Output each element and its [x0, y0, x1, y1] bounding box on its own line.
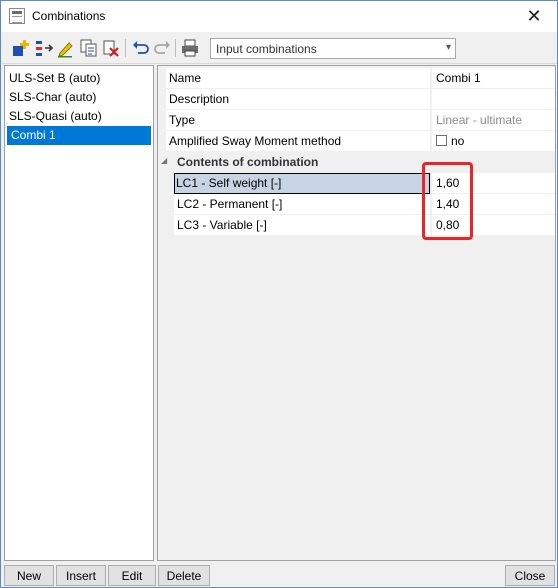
title-bar: Combinations ✕ — [1, 1, 557, 32]
checkbox-label: no — [451, 134, 465, 148]
edit-button[interactable]: Edit — [108, 565, 156, 586]
sway-value: no — [431, 131, 555, 152]
redo-icon[interactable] — [152, 38, 172, 58]
undo-icon[interactable] — [131, 38, 151, 58]
new-combination-icon[interactable] — [11, 38, 31, 58]
window-title: Combinations — [32, 9, 106, 23]
property-label: Description — [166, 89, 430, 110]
load-case-label: LC3 - Variable [-] — [174, 215, 430, 236]
toolbar: Input combinations ▾ — [1, 32, 557, 64]
input-combinations-dropdown[interactable]: Input combinations ▾ — [210, 38, 456, 59]
property-label: Name — [166, 68, 430, 89]
property-label: Type — [166, 110, 430, 131]
property-grid: Name Combi 1 Description Type Linear - u… — [157, 65, 556, 561]
delete-icon[interactable] — [101, 38, 121, 58]
property-label: Amplified Sway Moment method — [166, 131, 430, 152]
close-button[interactable]: Close — [505, 565, 555, 586]
copy-icon[interactable] — [79, 38, 99, 58]
property-row-type: Type Linear - ultimate — [158, 110, 555, 131]
property-row-description: Description — [158, 89, 555, 110]
combinations-window: Combinations ✕ Input combinations ▾ ULS-… — [0, 0, 558, 588]
type-value: Linear - ultimate — [431, 110, 555, 131]
name-value-field[interactable]: Combi 1 — [431, 68, 555, 89]
insert-combination-icon[interactable] — [34, 38, 54, 58]
print-icon[interactable] — [180, 38, 200, 58]
new-button[interactable]: New — [4, 565, 54, 586]
chevron-down-icon: ▾ — [445, 42, 451, 53]
list-item[interactable]: ULS-Set B (auto) — [5, 69, 153, 88]
combination-list: ULS-Set B (auto) SLS-Char (auto) SLS-Qua… — [4, 65, 154, 561]
list-item[interactable]: SLS-Quasi (auto) — [5, 107, 153, 126]
section-contents-of-combination[interactable]: ◢ Contents of combination — [158, 152, 555, 173]
insert-button[interactable]: Insert — [56, 565, 106, 586]
load-case-coefficient-input[interactable]: 1,40 — [431, 194, 555, 215]
list-item[interactable]: SLS-Char (auto) — [5, 88, 153, 107]
dropdown-value: Input combinations — [216, 42, 317, 56]
toolbar-separator — [125, 39, 126, 57]
load-case-coefficient-input[interactable]: 0,80 — [431, 215, 555, 236]
load-case-label: LC2 - Permanent [-] — [174, 194, 430, 215]
section-title: Contents of combination — [177, 155, 319, 169]
property-row-sway: Amplified Sway Moment method no — [158, 131, 555, 152]
content-row: LC3 - Variable [-] 0,80 — [158, 215, 555, 236]
property-row-name: Name Combi 1 — [158, 68, 555, 89]
content-row: LC2 - Permanent [-] 1,40 — [158, 194, 555, 215]
list-item-selected[interactable]: Combi 1 — [7, 126, 151, 145]
window-icon — [9, 8, 25, 24]
collapse-triangle-icon[interactable]: ◢ — [161, 156, 167, 165]
load-case-label: LC1 - Self weight [-] — [174, 173, 430, 194]
toolbar-separator — [175, 39, 176, 57]
edit-icon[interactable] — [56, 38, 76, 58]
sway-checkbox[interactable] — [436, 135, 447, 146]
description-value-field[interactable] — [431, 89, 555, 110]
close-window-button[interactable]: ✕ — [511, 1, 557, 32]
delete-button[interactable]: Delete — [158, 565, 210, 586]
content-row: LC1 - Self weight [-] 1,60 — [158, 173, 555, 194]
load-case-coefficient-input[interactable]: 1,60 — [431, 173, 555, 194]
